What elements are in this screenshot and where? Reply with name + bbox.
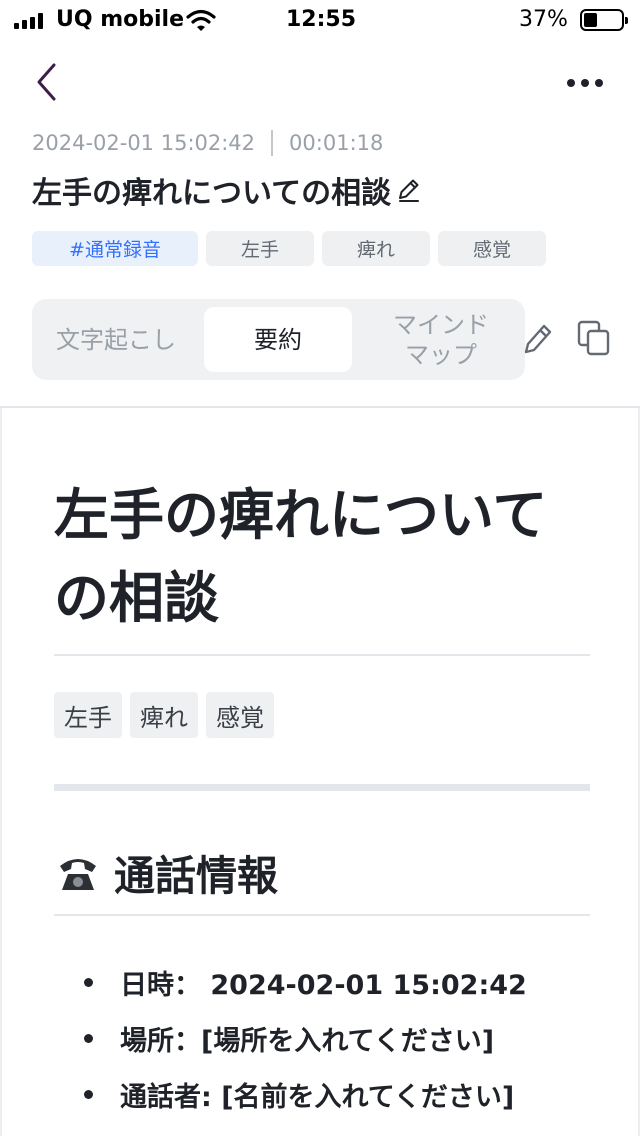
telephone-icon	[54, 850, 102, 894]
document-tag: 感覚	[206, 692, 274, 738]
wifi-icon	[186, 8, 216, 36]
list-item: 日時： 2024-02-01 15:02:42	[84, 954, 527, 1010]
chevron-left-icon	[34, 62, 58, 106]
section-divider	[54, 784, 590, 791]
recording-datetime: 2024-02-01 15:02:42	[32, 131, 256, 155]
section-heading-call-info: 通話情報	[54, 842, 278, 902]
tag-item[interactable]: 左手	[206, 231, 314, 266]
document-tag-list: 左手 痺れ 感覚	[54, 692, 274, 738]
document-tag: 痺れ	[130, 692, 198, 738]
section-heading-text: 通話情報	[114, 852, 278, 900]
title-divider	[54, 654, 590, 656]
tag-item[interactable]: 痺れ	[322, 231, 430, 266]
tab-mindmap[interactable]: マインド マップ	[366, 307, 516, 372]
recording-title-text: 左手の痺れについての相談	[32, 176, 392, 211]
copy-icon	[576, 319, 612, 361]
edit-summary-button[interactable]	[520, 320, 554, 360]
list-item: 場所：[場所を入れてください]	[84, 1010, 527, 1066]
pencil-icon	[522, 320, 552, 360]
tag-recording-type[interactable]: #通常録音	[32, 231, 198, 266]
copy-button[interactable]	[574, 320, 614, 360]
recording-duration: 00:01:18	[289, 131, 384, 155]
more-horizontal-icon	[567, 79, 575, 87]
list-item: 通話者: [名前を入れてください]	[84, 1066, 527, 1122]
summary-document: 左手の痺れについての相談 左手 痺れ 感覚 通話情報 日時： 2024-02-0…	[0, 408, 640, 1136]
battery-icon	[580, 9, 628, 31]
edit-title-icon[interactable]	[397, 177, 421, 203]
cellular-signal-icon	[14, 13, 43, 29]
tab-mindmap-line1: マインド	[393, 310, 489, 339]
document-title: 左手の痺れについての相談	[54, 483, 548, 630]
back-button[interactable]	[26, 60, 66, 108]
heading-divider	[54, 914, 590, 916]
tab-mindmap-line2: マップ	[405, 340, 477, 369]
recording-title: 左手の痺れについての相談	[32, 168, 421, 212]
tag-item[interactable]: 感覚	[438, 231, 546, 266]
call-info-list: 日時： 2024-02-01 15:02:42 場所：[場所を入れてください] …	[84, 954, 527, 1122]
recording-meta: 2024-02-01 15:02:42 00:01:18	[32, 128, 383, 158]
tag-list: #通常録音 左手 痺れ 感覚	[32, 231, 546, 266]
battery-level	[584, 13, 597, 27]
view-tab-bar: 文字起こし 要約 マインド マップ	[32, 299, 525, 380]
more-options-button[interactable]	[560, 68, 610, 98]
carrier-name: UQ mobile	[56, 7, 185, 32]
tab-transcript[interactable]: 文字起こし	[36, 307, 196, 372]
battery-percent: 37%	[519, 7, 568, 32]
status-bar: UQ mobile 12:55 37%	[0, 0, 640, 44]
meta-separator	[271, 130, 274, 156]
document-tag: 左手	[54, 692, 122, 738]
tab-summary[interactable]: 要約	[204, 307, 352, 372]
status-time: 12:55	[286, 7, 357, 32]
